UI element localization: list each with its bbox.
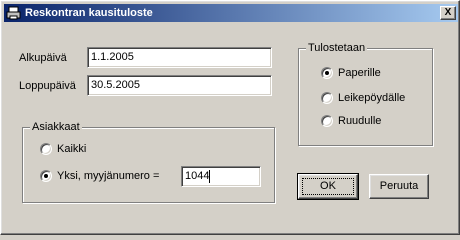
window-title: Reskontran kausituloste — [25, 7, 153, 19]
printer-app-icon — [6, 5, 22, 21]
cancel-button-label: Peruuta — [379, 180, 419, 192]
radio-button[interactable] — [321, 67, 333, 79]
radio-one-label: Yksi, myyjänumero = — [57, 170, 160, 182]
output-groupbox: Tulostetaan Paperille Leikepöydälle Ruud… — [298, 42, 433, 146]
radio-all-label: Kaikki — [57, 143, 87, 155]
radio-dot — [325, 71, 329, 75]
title-bar: Reskontran kausituloste X — [4, 4, 458, 22]
seller-number-value: 1044 — [185, 170, 210, 182]
seller-number-input[interactable]: 1044 — [181, 166, 261, 187]
focus-rect — [302, 178, 354, 195]
radio-button[interactable] — [321, 115, 333, 127]
radio-one-customer[interactable]: Yksi, myyjänumero = — [40, 170, 180, 184]
end-date-input[interactable]: 30.5.2005 — [87, 75, 272, 96]
start-date-label: Alkupäivä — [19, 52, 67, 64]
radio-all-customers[interactable]: Kaikki — [40, 143, 160, 157]
customers-groupbox: Asiakkaat Kaikki Yksi, myyjänumero = 104… — [22, 121, 275, 203]
radio-dot — [44, 174, 48, 178]
radio-output-clipboard[interactable]: Leikepöydälle — [321, 92, 431, 106]
radio-button[interactable] — [40, 143, 52, 155]
close-icon: X — [444, 7, 452, 18]
radio-screen-label: Ruudulle — [338, 115, 382, 127]
radio-button[interactable] — [40, 170, 52, 182]
start-date-input[interactable]: 1.1.2005 — [87, 47, 272, 68]
radio-output-paper[interactable]: Paperille — [321, 67, 421, 81]
end-date-label: Loppupäivä — [19, 80, 76, 92]
radio-paper-label: Paperille — [338, 67, 381, 79]
output-group-title: Tulostetaan — [306, 42, 368, 55]
customers-group-title: Asiakkaat — [30, 121, 82, 134]
ok-button[interactable]: OK — [297, 173, 359, 200]
text-caret — [209, 170, 211, 183]
cancel-button[interactable]: Peruuta — [369, 174, 429, 199]
close-button[interactable]: X — [440, 6, 456, 20]
radio-clipboard-label: Leikepöydälle — [338, 92, 406, 104]
report-dialog-window: Reskontran kausituloste X Alkupäivä 1.1.… — [0, 0, 460, 235]
radio-button[interactable] — [321, 92, 333, 104]
radio-output-screen[interactable]: Ruudulle — [321, 115, 421, 129]
